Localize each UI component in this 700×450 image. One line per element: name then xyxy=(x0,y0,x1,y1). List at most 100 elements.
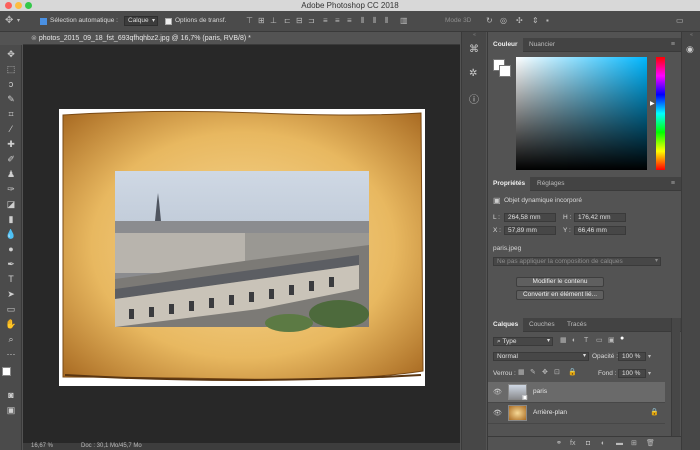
gradient-tool-icon[interactable]: ▮ xyxy=(4,213,18,225)
move-tool-icon[interactable]: ✥ xyxy=(5,16,13,26)
layer-row-arriere-plan[interactable]: 👁 Arrière-plan 🔒 xyxy=(488,403,665,424)
type-tool-icon[interactable]: T xyxy=(4,273,18,285)
distribute-hcenter-icon[interactable]: ⫴ xyxy=(373,16,376,26)
libraries-panel-icon[interactable]: ◉ xyxy=(686,44,694,55)
align-vcenter-icon[interactable]: ⊞ xyxy=(258,16,265,26)
filter-pixel-icon[interactable]: ▦ xyxy=(560,336,567,346)
color-field[interactable] xyxy=(516,57,647,170)
clone-stamp-tool-icon[interactable]: ♟ xyxy=(4,168,18,180)
orbit-3d-icon[interactable]: ↻ xyxy=(486,16,493,26)
align-top-icon[interactable]: ⊤ xyxy=(246,16,253,26)
filter-smart-object-icon[interactable]: ▣ xyxy=(608,336,615,346)
lock-image-icon[interactable]: ✎ xyxy=(530,368,536,378)
blur-tool-icon[interactable]: 💧 xyxy=(4,228,18,240)
eyedropper-tool-icon[interactable]: ⁄ xyxy=(4,123,18,135)
new-layer-icon[interactable]: ⊞ xyxy=(631,439,637,449)
document-tab[interactable]: ⊗ photos_2015_09_18_fst_693qfhqhbz2.jpg … xyxy=(23,32,460,45)
tab-nuancier[interactable]: Nuancier xyxy=(524,38,560,52)
tab-couleur[interactable]: Couleur xyxy=(488,38,523,52)
height-field[interactable]: 176,42 mm xyxy=(574,213,626,222)
rectangle-tool-icon[interactable]: ▭ xyxy=(4,303,18,315)
doc-info[interactable]: Doc : 30,1 Mo/45,7 Mo xyxy=(81,443,142,450)
fill-field[interactable]: 100 % xyxy=(618,369,646,378)
eraser-tool-icon[interactable]: ◪ xyxy=(4,198,18,210)
align-hcenter-icon[interactable]: ⊟ xyxy=(296,16,303,26)
close-window-button[interactable] xyxy=(5,2,12,9)
tab-proprietes[interactable]: Propriétés xyxy=(488,177,531,191)
visibility-eye-icon[interactable]: 👁 xyxy=(493,388,502,396)
layer-name[interactable]: paris xyxy=(533,388,547,395)
hand-tool-icon[interactable]: ✋ xyxy=(4,318,18,330)
align-left-icon[interactable]: ⊏ xyxy=(284,16,291,26)
delete-layer-icon[interactable]: 🗑 xyxy=(646,439,655,449)
edit-contents-button[interactable]: Modifier le contenu xyxy=(516,277,604,287)
align-bottom-icon[interactable]: ⊥ xyxy=(270,16,277,26)
layer-row-paris[interactable]: 👁 ▣ paris xyxy=(488,382,665,403)
history-panel-icon[interactable]: ⌘ xyxy=(469,44,479,55)
canvas-area[interactable] xyxy=(23,45,460,443)
scale-3d-icon[interactable]: ▪ xyxy=(546,16,549,26)
zoom-tool-icon[interactable]: ⌕ xyxy=(4,333,18,345)
distribute-right-icon[interactable]: ⫴ xyxy=(385,16,388,26)
lasso-tool-icon[interactable]: ↄ xyxy=(4,78,18,90)
lock-position-icon[interactable]: ✥ xyxy=(542,368,548,378)
crop-tool-icon[interactable]: ⌗ xyxy=(4,108,18,120)
convert-to-linked-button[interactable]: Convertir en élément lié... xyxy=(516,290,604,300)
drag-3d-icon[interactable]: ✣ xyxy=(516,16,523,26)
y-field[interactable]: 66,46 mm xyxy=(574,226,626,235)
opacity-dropdown-icon[interactable]: ▾ xyxy=(648,352,651,362)
brush-tool-icon[interactable]: ✐ xyxy=(4,153,18,165)
tab-reglages[interactable]: Réglages xyxy=(532,177,569,191)
pen-tool-icon[interactable]: ✒ xyxy=(4,258,18,270)
adjustments-panel-icon[interactable]: ✲ xyxy=(469,68,477,79)
lock-artboard-icon[interactable]: ⊡ xyxy=(554,368,560,378)
filter-shape-icon[interactable]: ▭ xyxy=(596,336,603,346)
marquee-tool-icon[interactable]: ⬚ xyxy=(4,63,18,75)
background-color-chip[interactable] xyxy=(499,65,511,77)
color-panel-menu-icon[interactable]: ≡ xyxy=(671,41,675,48)
link-layers-icon[interactable]: ⚭ xyxy=(556,439,562,449)
new-adjustment-icon[interactable]: ◐ xyxy=(601,439,605,449)
width-field[interactable]: 264,58 mm xyxy=(504,213,556,222)
filter-type-icon[interactable]: T xyxy=(584,336,588,346)
auto-align-icon[interactable]: ▥ xyxy=(400,16,408,26)
layer-name[interactable]: Arrière-plan xyxy=(533,409,567,416)
filter-adjustment-icon[interactable]: ◐ xyxy=(572,336,576,346)
new-group-icon[interactable]: ▬ xyxy=(616,439,623,449)
properties-panel-menu-icon[interactable]: ≡ xyxy=(671,180,675,187)
layer-style-icon[interactable]: fx xyxy=(570,439,575,449)
collapse-dock-icon[interactable]: « xyxy=(462,32,487,38)
workspace-icon[interactable]: ▭ xyxy=(676,16,684,26)
lock-all-icon[interactable]: 🔒 xyxy=(568,368,577,378)
layer-filter-dropdown[interactable]: ⌕ Type ▾ xyxy=(493,337,553,346)
quick-select-tool-icon[interactable]: ✎ xyxy=(4,93,18,105)
screen-mode-icon[interactable]: ▣ xyxy=(4,404,18,416)
align-right-icon[interactable]: ⊐ xyxy=(308,16,315,26)
tool-preset-dropdown[interactable]: ▾ xyxy=(17,16,20,26)
healing-brush-tool-icon[interactable]: ✚ xyxy=(4,138,18,150)
auto-select-checkbox[interactable] xyxy=(40,18,47,25)
auto-select-target-dropdown[interactable]: Calque ▾ xyxy=(124,16,158,26)
path-select-tool-icon[interactable]: ➤ xyxy=(4,288,18,300)
layer-mask-icon[interactable]: ◘ xyxy=(586,439,590,449)
hue-slider-handle[interactable]: ▶ xyxy=(650,100,655,107)
blend-mode-dropdown[interactable]: Normal ▾ xyxy=(493,352,589,361)
more-tools-icon[interactable]: ⋯ xyxy=(4,348,18,360)
distribute-left-icon[interactable]: ⫴ xyxy=(361,16,364,26)
document-canvas[interactable] xyxy=(59,109,425,386)
tab-traces[interactable]: Tracés xyxy=(562,318,592,332)
close-document-icon[interactable]: ⊗ xyxy=(31,35,39,42)
foreground-color-swatch[interactable] xyxy=(2,367,11,376)
lock-transparent-icon[interactable]: ▦ xyxy=(518,368,525,378)
roll-3d-icon[interactable]: ◎ xyxy=(500,16,507,26)
distribute-vcenter-icon[interactable]: ≡ xyxy=(335,16,340,26)
tab-calques[interactable]: Calques xyxy=(488,318,524,332)
layers-scrollbar[interactable] xyxy=(671,318,680,436)
distribute-top-icon[interactable]: ≡ xyxy=(323,16,328,26)
info-panel-icon[interactable]: ⓘ xyxy=(469,91,479,106)
history-brush-tool-icon[interactable]: ✑ xyxy=(4,183,18,195)
zoom-level[interactable]: 16,67 % xyxy=(31,443,53,450)
opacity-field[interactable]: 100 % xyxy=(618,352,646,361)
dodge-tool-icon[interactable]: ● xyxy=(4,243,18,255)
hue-slider[interactable] xyxy=(656,57,665,170)
